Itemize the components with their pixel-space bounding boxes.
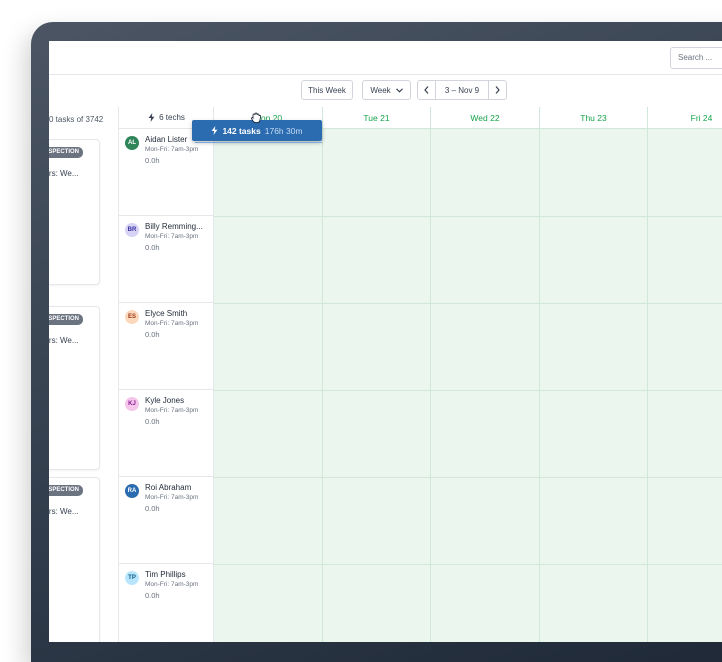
techs-count: 6 techs xyxy=(159,113,185,122)
technician-schedule: Mon-Fri: 7am-3pm xyxy=(145,146,199,153)
avatar: KJ xyxy=(125,397,139,411)
technician-schedule: Mon-Fri: 7am-3pm xyxy=(145,407,199,414)
technician-column: 6 techs AL Aidan Lister Mon-Fri: 7am-3pm… xyxy=(119,107,214,642)
day-header: Thu 23 xyxy=(540,107,647,129)
avatar: TP xyxy=(125,571,139,585)
avatar: ES xyxy=(125,310,139,324)
technician-row[interactable]: KJ Kyle Jones Mon-Fri: 7am-3pm 0.0h xyxy=(119,390,214,477)
task-card[interactable]: NSPECTION pers: We... n xyxy=(49,477,100,642)
top-bar: Search ... xyxy=(49,41,722,75)
grab-cursor-icon xyxy=(251,112,262,123)
task-type-badge: NSPECTION xyxy=(49,147,84,158)
prev-week-button[interactable] xyxy=(417,80,436,100)
search-input[interactable]: Search ... xyxy=(670,47,722,69)
schedule-grid: Mon 20 Tue 21 Wed 22 Thu 23 Fri 24 6 tec… xyxy=(118,107,722,642)
avatar: RA xyxy=(125,484,139,498)
technician-schedule: Mon-Fri: 7am-3pm xyxy=(145,581,199,588)
technician-schedule: Mon-Fri: 7am-3pm xyxy=(145,494,199,501)
lightning-icon xyxy=(148,113,155,122)
day-header: Wed 22 xyxy=(431,107,539,129)
drag-task-count: 142 tasks xyxy=(222,125,261,136)
task-card-text: pers: We... xyxy=(49,336,79,345)
technician-name: Roi Abraham xyxy=(145,483,192,492)
technician-row[interactable]: ES Elyce Smith Mon-Fri: 7am-3pm 0.0h xyxy=(119,303,214,390)
date-range-label: 3 – Nov 9 xyxy=(435,80,489,100)
this-week-button[interactable]: This Week xyxy=(301,80,353,100)
lightning-icon xyxy=(212,126,218,135)
drag-task-duration: 176h 30m xyxy=(264,125,303,136)
technician-name: Aidan Lister xyxy=(145,135,188,144)
technician-hours: 0.0h xyxy=(145,243,160,252)
app-screen: Search ... This Week Week 3 – Nov 9 0 ta… xyxy=(49,41,722,642)
technician-hours: 0.0h xyxy=(145,591,160,600)
task-card-text: pers: We... xyxy=(49,507,79,516)
task-card-text: pers: We... xyxy=(49,169,79,178)
technician-row[interactable]: TP Tim Phillips Mon-Fri: 7am-3pm 0.0h xyxy=(119,564,214,642)
technician-row[interactable]: RA Roi Abraham Mon-Fri: 7am-3pm 0.0h xyxy=(119,477,214,564)
day-header: Tue 21 xyxy=(323,107,430,129)
day-column-mon[interactable]: Mon 20 xyxy=(214,107,323,642)
schedule-toolbar: This Week Week 3 – Nov 9 xyxy=(49,75,722,107)
technician-schedule: Mon-Fri: 7am-3pm xyxy=(145,320,199,327)
chevron-down-icon xyxy=(395,87,403,93)
technician-name: Elyce Smith xyxy=(145,309,188,318)
technician-hours: 0.0h xyxy=(145,156,160,165)
unscheduled-task-panel: 0 tasks of 3742 NSPECTION pers: We... n … xyxy=(49,107,112,642)
task-type-badge: NSPECTION xyxy=(49,314,84,325)
technician-name: Billy Remming... xyxy=(145,222,203,231)
view-select-label: Week xyxy=(370,85,391,95)
task-card[interactable]: NSPECTION pers: We... n xyxy=(49,139,100,285)
technician-name: Tim Phillips xyxy=(145,570,186,579)
technician-row[interactable]: BR Billy Remming... Mon-Fri: 7am-3pm 0.0… xyxy=(119,216,214,303)
task-count: 0 tasks of 3742 xyxy=(49,115,104,124)
avatar: BR xyxy=(125,223,139,237)
task-card[interactable]: NSPECTION pers: We... n xyxy=(49,306,100,470)
technician-name: Kyle Jones xyxy=(145,396,185,405)
next-week-button[interactable] xyxy=(488,80,507,100)
chevron-left-icon xyxy=(424,86,429,94)
avatar: AL xyxy=(125,136,139,150)
task-type-badge: NSPECTION xyxy=(49,485,84,496)
day-header: Fri 24 xyxy=(648,107,722,129)
technician-schedule: Mon-Fri: 7am-3pm xyxy=(145,233,199,240)
day-column-wed[interactable]: Wed 22 xyxy=(431,107,540,642)
chevron-right-icon xyxy=(495,86,500,94)
day-column-tue[interactable]: Tue 21 xyxy=(323,107,431,642)
view-select[interactable]: Week xyxy=(362,80,411,100)
technician-hours: 0.0h xyxy=(145,417,160,426)
technician-hours: 0.0h xyxy=(145,330,160,339)
technician-hours: 0.0h xyxy=(145,504,160,513)
day-column-thu[interactable]: Thu 23 xyxy=(540,107,648,642)
day-column-fri[interactable]: Fri 24 xyxy=(648,107,722,642)
